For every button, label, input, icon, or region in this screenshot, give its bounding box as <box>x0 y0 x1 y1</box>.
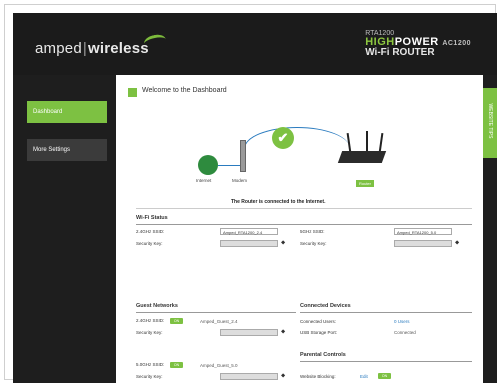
guest-ssid-24-label: 2.4GHz SSID: <box>136 318 165 323</box>
security-key-label: Security Key: <box>136 241 163 246</box>
modem-icon <box>240 140 246 172</box>
website-blocking-toggle[interactable]: ON <box>378 373 391 379</box>
ssid-5-label: 5GHz SSID: <box>300 229 325 234</box>
sidebar: Dashboard More Settings <box>13 75 113 383</box>
guest-security-key-label: Security Key: <box>136 374 163 379</box>
divider <box>136 224 472 225</box>
guest-security-key-label: Security Key: <box>136 330 163 335</box>
router-icon <box>337 151 387 163</box>
connected-users-link[interactable]: 0 Users <box>394 319 410 324</box>
divider <box>300 312 472 313</box>
logo-arc-icon <box>142 32 168 51</box>
website-blocking-label: Website Blocking: <box>300 374 336 379</box>
ssid-24-input[interactable]: Amped_RTA1200_2.4 <box>220 228 278 235</box>
connected-devices-heading: Connected Devices <box>300 303 351 309</box>
header-bar: amped|wireless RTA1200 HIGHPOWER AC1200 … <box>13 13 497 75</box>
internet-label: Internet <box>196 178 212 183</box>
eye-icon[interactable]: ⬥ <box>281 329 285 336</box>
guest-ssid-5-label: 5.0GHz SSID: <box>136 362 165 367</box>
edit-link[interactable]: Edit <box>360 374 368 379</box>
internet-modem-link <box>218 165 240 166</box>
guest-24-toggle[interactable]: ON <box>170 318 183 324</box>
sidebar-item-dashboard[interactable]: Dashboard <box>27 101 107 123</box>
connection-status: The Router is connected to the Internet. <box>231 199 326 205</box>
page-title: Welcome to the Dashboard <box>142 87 227 94</box>
connected-users-label: Connected Users: <box>300 319 337 324</box>
website-tips-label: WEBSITE TIPS <box>487 103 493 139</box>
router-button[interactable]: Router <box>356 180 374 187</box>
guest-5-toggle[interactable]: ON <box>170 362 183 368</box>
security-key-5-field[interactable] <box>394 240 452 247</box>
product-badge: RTA1200 HIGHPOWER AC1200 Wi-Fi ROUTER <box>365 29 471 58</box>
divider <box>136 312 296 313</box>
guest-security-key-5-field[interactable] <box>220 373 278 380</box>
ssid-24-label: 2.4GHz SSID: <box>136 229 165 234</box>
modem-router-link <box>244 127 350 170</box>
guest-ssid-24-value: Amped_Guest_2.4 <box>200 319 238 324</box>
security-key-24-field[interactable] <box>220 240 278 247</box>
router-antenna-icon <box>366 131 368 153</box>
website-tips-tab[interactable]: WEBSITE TIPS <box>483 88 497 158</box>
usb-port-label: USB Storage Port: <box>300 330 338 335</box>
modem-label: Modem <box>232 178 248 183</box>
check-icon: ✔ <box>272 127 294 149</box>
eye-icon[interactable]: ⬥ <box>281 373 285 380</box>
divider <box>136 208 472 209</box>
router-admin-window: amped|wireless RTA1200 HIGHPOWER AC1200 … <box>13 13 497 385</box>
main-content: Welcome to the Dashboard ✔ Internet Mode… <box>116 75 483 385</box>
security-key-label: Security Key: <box>300 241 327 246</box>
guest-networks-heading: Guest Networks <box>136 303 178 309</box>
guest-security-key-24-field[interactable] <box>220 329 278 336</box>
section-marker-icon <box>128 88 137 97</box>
internet-globe-icon <box>198 155 218 175</box>
divider <box>300 361 472 362</box>
wifi-status-heading: Wi-Fi Status <box>136 215 168 221</box>
amped-wireless-logo: amped|wireless <box>35 40 149 57</box>
product-subtitle: Wi-Fi ROUTER <box>365 47 435 58</box>
sidebar-item-more-settings[interactable]: More Settings <box>27 139 107 161</box>
eye-icon[interactable]: ⬥ <box>455 240 459 247</box>
ssid-5-input[interactable]: Amped_RTA1200_5.0 <box>394 228 452 235</box>
guest-ssid-5-value: Amped_Guest_5.0 <box>200 363 238 368</box>
eye-icon[interactable]: ⬥ <box>281 240 285 247</box>
usb-port-value: Connected <box>394 330 416 335</box>
parental-controls-heading: Parental Controls <box>300 352 346 358</box>
